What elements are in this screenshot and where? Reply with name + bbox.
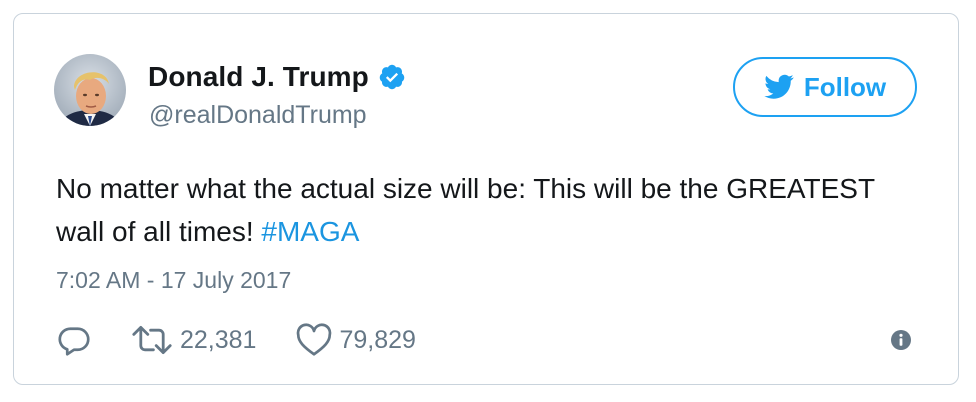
reply-button[interactable] (56, 322, 92, 358)
info-icon[interactable] (890, 329, 912, 351)
verified-badge-icon (378, 63, 406, 91)
avatar[interactable] (54, 54, 126, 126)
retweet-count: 22,381 (180, 325, 257, 354)
follow-label: Follow (803, 71, 887, 102)
hashtag-link[interactable]: #MAGA (261, 216, 359, 247)
follow-button[interactable]: Follow (733, 57, 917, 117)
like-count: 79,829 (339, 325, 416, 354)
like-button[interactable]: 79,829 (296, 323, 416, 357)
tweet-text: No matter what the actual size will be: … (56, 167, 916, 253)
tweet-actions: 22,381 79,829 (56, 320, 416, 360)
user-handle[interactable]: @realDonaldTrump (149, 101, 367, 130)
twitter-bird-icon (764, 74, 794, 100)
retweet-icon (131, 323, 173, 357)
tweet-body: No matter what the actual size will be: … (56, 173, 875, 247)
reply-icon (56, 322, 92, 358)
display-name[interactable]: Donald J. Trump (148, 61, 369, 93)
heart-icon (296, 323, 332, 357)
name-row: Donald J. Trump (148, 60, 406, 94)
retweet-button[interactable]: 22,381 (131, 323, 256, 357)
tweet-timestamp[interactable]: 7:02 AM - 17 July 2017 (56, 267, 291, 294)
